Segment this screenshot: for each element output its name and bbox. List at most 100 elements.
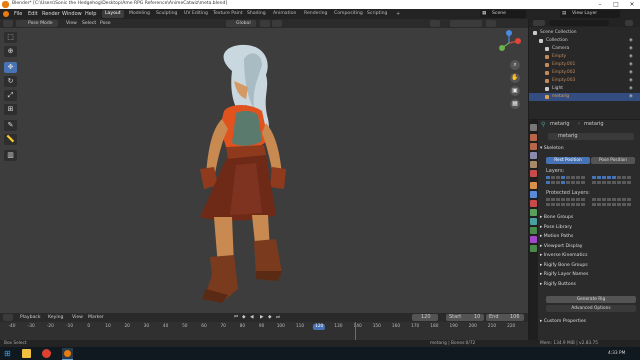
layer-toggle[interactable] bbox=[571, 198, 575, 201]
collapsed-panel[interactable]: ▸ Inverse Kinematics bbox=[540, 252, 638, 260]
blender-taskbar-icon[interactable] bbox=[62, 348, 73, 360]
layer-toggle[interactable] bbox=[622, 181, 626, 184]
view-layer-selector[interactable]: ▤ View Layer bbox=[560, 10, 620, 18]
layer-toggle[interactable] bbox=[576, 181, 580, 184]
layer-toggle[interactable] bbox=[607, 181, 611, 184]
jump-start-icon[interactable]: ⏮ bbox=[234, 314, 238, 321]
current-frame-field[interactable]: 120 bbox=[412, 314, 438, 321]
layer-toggle[interactable] bbox=[627, 203, 631, 206]
layer-toggle[interactable] bbox=[576, 198, 580, 201]
end-frame-field[interactable]: End 106 bbox=[486, 314, 524, 321]
perspective-toggle-icon[interactable]: ▦ bbox=[510, 99, 520, 109]
tab-animation[interactable]: Animation bbox=[270, 10, 299, 18]
start-frame-field[interactable]: Start 10 bbox=[446, 314, 484, 321]
layer-toggle[interactable] bbox=[551, 181, 555, 184]
marker-menu[interactable]: Marker bbox=[88, 314, 104, 321]
menu-pose[interactable]: Pose bbox=[100, 20, 111, 27]
overlays-icon[interactable] bbox=[430, 20, 440, 27]
play-reverse-icon[interactable]: ◀ bbox=[250, 314, 254, 321]
scale-tool[interactable]: ⤢ bbox=[4, 90, 17, 101]
mode-dropdown[interactable]: Pose Mode bbox=[16, 20, 58, 27]
collapsed-panel[interactable]: ▸ Rigify Layer Names bbox=[540, 271, 638, 279]
move-tool[interactable]: ✥ bbox=[4, 62, 17, 73]
layer-toggle[interactable] bbox=[561, 176, 565, 179]
layer-toggle[interactable] bbox=[602, 198, 606, 201]
layer-toggle[interactable] bbox=[561, 203, 565, 206]
layer-toggle[interactable] bbox=[612, 176, 616, 179]
outliner-row[interactable]: Empty.002 ◉ bbox=[529, 69, 640, 77]
layer-toggle[interactable] bbox=[602, 181, 606, 184]
menu-view[interactable]: View bbox=[66, 20, 77, 27]
menu-file[interactable]: File bbox=[14, 10, 22, 18]
outliner-search-input[interactable] bbox=[549, 20, 609, 26]
close-icon[interactable]: ✕ bbox=[624, 0, 640, 9]
collapsed-panel[interactable]: ▸ Pose Library bbox=[540, 224, 638, 232]
outliner-row[interactable]: metarig ◉ bbox=[529, 93, 640, 101]
protected-layers-grid[interactable] bbox=[546, 198, 636, 208]
advanced-options-button[interactable]: Advanced Options bbox=[546, 305, 636, 312]
layer-toggle[interactable] bbox=[597, 203, 601, 206]
visibility-eye-icon[interactable]: ◉ bbox=[629, 69, 633, 77]
texture-tab-icon[interactable] bbox=[530, 245, 537, 252]
constraints-tab-icon[interactable] bbox=[530, 209, 537, 216]
outliner-row[interactable]: Empty.001 ◉ bbox=[529, 61, 640, 69]
breakdowner-tool[interactable]: ▥ bbox=[4, 150, 17, 161]
layer-toggle[interactable] bbox=[602, 176, 606, 179]
object-tab-icon[interactable] bbox=[530, 182, 537, 189]
visibility-eye-icon[interactable]: ◉ bbox=[629, 61, 633, 69]
outliner-row[interactable]: Empty.003 ◉ bbox=[529, 77, 640, 85]
layer-toggle[interactable] bbox=[551, 198, 555, 201]
layer-toggle[interactable] bbox=[607, 176, 611, 179]
visibility-eye-icon[interactable]: ◉ bbox=[629, 37, 633, 45]
tab-shading[interactable]: Shading bbox=[244, 10, 269, 18]
custom-properties-panel[interactable]: ▸ Custom Properties bbox=[540, 318, 638, 326]
pan-hand-icon[interactable]: ✋ bbox=[510, 73, 520, 83]
layer-toggle[interactable] bbox=[571, 181, 575, 184]
layer-toggle[interactable] bbox=[581, 198, 585, 201]
pivot-icon[interactable] bbox=[260, 20, 270, 27]
layer-toggle[interactable] bbox=[592, 203, 596, 206]
cursor-tool[interactable]: ⊕ bbox=[4, 46, 17, 57]
bone-tab-icon[interactable] bbox=[530, 227, 537, 234]
pose-position-button[interactable]: Pose Position bbox=[591, 157, 635, 164]
tab-sculpting[interactable]: Sculpting bbox=[153, 10, 180, 18]
world-tab-icon[interactable] bbox=[530, 170, 537, 177]
outliner-row[interactable]: Camera ◉ bbox=[529, 45, 640, 53]
tab-layout[interactable]: Layout bbox=[102, 10, 124, 18]
layer-toggle[interactable] bbox=[617, 198, 621, 201]
layer-toggle[interactable] bbox=[556, 176, 560, 179]
navigation-gizmo[interactable] bbox=[496, 30, 522, 56]
layer-toggle[interactable] bbox=[556, 198, 560, 201]
layer-toggle[interactable] bbox=[581, 181, 585, 184]
layer-toggle[interactable] bbox=[622, 176, 626, 179]
output-tab-icon[interactable] bbox=[530, 143, 537, 150]
select-box-tool[interactable]: ⬚ bbox=[4, 32, 17, 43]
view-layer-tab-icon[interactable] bbox=[530, 152, 537, 159]
camera-view-icon[interactable]: ▣ bbox=[510, 86, 520, 96]
outliner-row[interactable]: Collection ◉ bbox=[529, 37, 640, 45]
scene-selector[interactable]: ▦ Scene bbox=[480, 10, 526, 18]
file-explorer-icon[interactable] bbox=[22, 349, 31, 358]
layer-toggle[interactable] bbox=[551, 176, 555, 179]
shading-modes[interactable] bbox=[450, 20, 482, 27]
playback-menu[interactable]: Playback bbox=[20, 314, 41, 321]
layer-toggle[interactable] bbox=[597, 176, 601, 179]
editor-type-icon[interactable] bbox=[3, 20, 13, 27]
timeline-editor-type-icon[interactable] bbox=[3, 314, 13, 321]
layer-toggle[interactable] bbox=[556, 181, 560, 184]
minimize-icon[interactable]: – bbox=[592, 0, 608, 9]
render-tab-icon[interactable] bbox=[530, 134, 537, 141]
menu-help[interactable]: Help bbox=[85, 10, 96, 18]
armature-data-tab-icon[interactable] bbox=[530, 218, 537, 225]
menu-window[interactable]: Window bbox=[62, 10, 82, 18]
zoom-icon[interactable]: ⌕ bbox=[510, 60, 520, 70]
outliner-row[interactable]: Light ◉ bbox=[529, 85, 640, 93]
menu-render[interactable]: Render bbox=[42, 10, 60, 18]
layer-toggle[interactable] bbox=[627, 176, 631, 179]
layer-toggle[interactable] bbox=[566, 181, 570, 184]
menu-edit[interactable]: Edit bbox=[28, 10, 38, 18]
layer-toggle[interactable] bbox=[597, 198, 601, 201]
layer-toggle[interactable] bbox=[622, 198, 626, 201]
layer-toggle[interactable] bbox=[556, 203, 560, 206]
transform-tool[interactable]: ⊞ bbox=[4, 104, 17, 115]
